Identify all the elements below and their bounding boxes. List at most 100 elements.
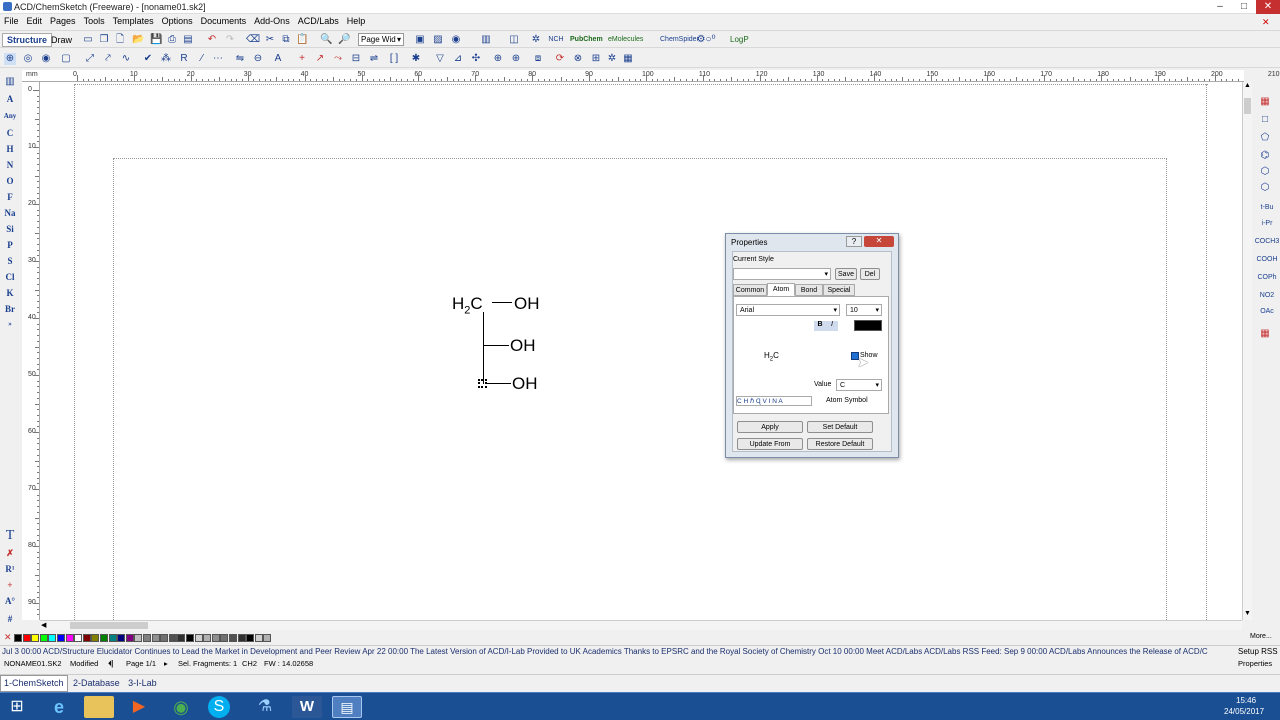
scroll-left-icon[interactable]: ◀ [41,621,46,629]
color-swatch[interactable] [194,634,203,642]
save-style-button[interactable]: Save [835,268,857,280]
text-tool-icon[interactable]: A [272,53,284,65]
bond-c-oh3[interactable] [486,383,511,384]
draw-mode-button[interactable]: Draw [46,33,77,47]
color-swatch[interactable] [57,634,65,642]
charge-plus-icon[interactable]: + [2,580,18,590]
dictionary-icon[interactable]: ◫ [508,34,520,46]
rotate-icon[interactable]: ◎ [22,53,34,65]
acd-active-icon[interactable]: ▤ [332,696,362,718]
charge-icon[interactable]: [ ] [388,53,400,65]
color-swatch[interactable] [48,634,57,642]
chain-icon[interactable]: ⟳ [554,53,566,65]
dialog-close-button[interactable]: ✕ [864,236,894,247]
atom-oh-3[interactable]: OH [512,374,538,394]
radical-icon[interactable]: ✗ [2,548,18,559]
select-icon[interactable]: ⊕ [4,53,16,65]
horizontal-scrollbar[interactable]: ◀ [40,620,1242,630]
tab-bond[interactable]: Bond [795,284,823,296]
help-button[interactable]: ? [846,236,862,247]
flip-icon[interactable]: ⇋ [234,53,246,65]
mdi-close-icon[interactable]: ✕ [1262,17,1270,28]
arrow-icon[interactable]: ↗ [314,53,326,65]
logp-button[interactable]: LogP [730,35,749,44]
paste-icon[interactable]: 📋 [296,34,308,46]
group-coph[interactable]: COPh [1254,274,1280,281]
isotope-icon[interactable]: A° [2,596,18,606]
color-swatch[interactable] [220,634,229,642]
settings-gear-icon[interactable]: ⚙○⁰ [692,34,720,46]
align-h-icon[interactable]: ⊕ [492,53,504,65]
r-group-icon[interactable]: R [178,53,190,65]
3d-icon[interactable]: ✣ [470,53,482,65]
color-swatch[interactable] [203,634,212,642]
color-swatch[interactable] [143,634,151,642]
cyclohexane-icon[interactable]: ⬡ [1259,166,1271,178]
vertical-scroll-thumb[interactable] [1244,98,1251,114]
color-swatch[interactable] [229,634,237,642]
color-swatch[interactable] [263,634,272,642]
element-o[interactable]: O [2,176,18,186]
element-si[interactable]: Si [2,224,18,234]
tab-special[interactable]: Special [823,284,855,296]
lasso-icon[interactable]: ▢ [60,53,72,65]
color-swatch[interactable] [82,634,91,642]
element-n[interactable]: N [2,160,18,170]
update-from-button[interactable]: Update From [737,438,803,450]
copy-icon[interactable]: ⧉ [280,34,292,46]
element-any[interactable]: Any [2,112,18,120]
map-icon[interactable]: ⇌ [366,53,382,65]
set-default-button[interactable]: Set Default [807,421,873,433]
color-swatch[interactable] [100,634,108,642]
insert-image-icon[interactable]: ▨ [432,34,444,46]
color-swatch[interactable] [22,634,31,642]
pubchem-button[interactable]: PubChem [570,36,603,43]
funnel-icon[interactable]: ▽ [434,53,446,65]
color-swatch[interactable] [125,634,134,642]
color-swatch[interactable] [186,634,194,642]
color-swatch[interactable] [14,634,22,642]
no-reaction-icon[interactable]: ⤳ [332,53,344,65]
emolecules-button[interactable]: eMolecules [608,36,643,43]
bracket-icon[interactable]: ⊟ [350,53,362,65]
color-swatch[interactable] [117,634,126,642]
stereo-icon[interactable]: ⊿ [452,53,464,65]
check-icon[interactable]: ✔ [142,53,154,65]
no-color-icon[interactable]: ✕ [4,632,12,643]
group-coch3[interactable]: COCH3 [1254,238,1280,245]
color-swatch[interactable] [65,634,74,642]
menu-edit[interactable]: Edit [23,14,47,28]
color-swatch[interactable] [91,634,100,642]
menu-help[interactable]: Help [343,14,370,28]
color-swatch[interactable] [160,634,169,642]
scroll-down-icon[interactable]: ▼ [1244,610,1251,617]
clean-structure-icon[interactable]: ⤤ [102,53,114,65]
italic-button[interactable]: I [826,321,838,331]
more-elements-icon[interactable]: » [2,320,18,328]
cut-icon[interactable]: ✂ [264,34,276,46]
group-icon[interactable]: ⧈ [532,53,544,65]
tab-ilab[interactable]: 3-I-Lab [125,676,160,691]
start-button-icon[interactable]: ⊞ [4,696,30,718]
element-na[interactable]: Na [2,208,18,218]
color-swatch[interactable] [108,634,117,642]
rss-news[interactable]: Jul 3 00:00 ACD/Structure Elucidator Con… [2,646,1232,658]
zoom-select[interactable]: Page Wid ▾ [358,33,404,46]
properties-button[interactable]: Properties [1238,658,1272,670]
align-v-icon[interactable]: ⊕ [510,53,522,65]
table-icon[interactable]: ▦ [622,53,634,65]
element-c[interactable]: C [2,128,18,138]
bold-button[interactable]: B [814,321,826,331]
atom-display-options[interactable]: C H ℏ Ɋ V I N A [736,396,812,406]
menu-pages[interactable]: Pages [46,14,80,28]
maximize-button[interactable]: □ [1232,0,1256,14]
menu-file[interactable]: File [0,14,23,28]
menu-tools[interactable]: Tools [80,14,109,28]
element-cl[interactable]: Cl [2,272,18,282]
cyclobutane-icon[interactable]: □ [1259,114,1271,126]
color-swatch[interactable] [74,634,83,642]
3d-optimize-icon[interactable]: ⁂ [160,53,172,65]
scroll-up-icon[interactable]: ▲ [1244,82,1251,89]
bond-c-oh1[interactable] [492,302,512,303]
menu-addons[interactable]: Add-Ons [250,14,294,28]
